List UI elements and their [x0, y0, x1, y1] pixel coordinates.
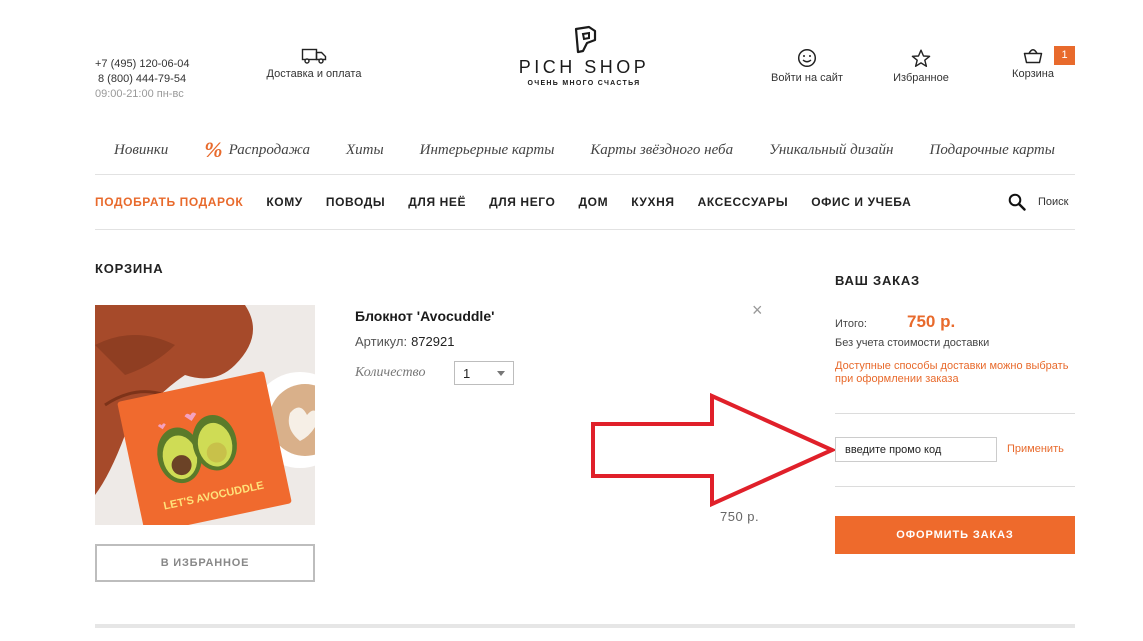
search-link[interactable]: Поиск	[1008, 193, 1068, 211]
menu-item-unique-design[interactable]: Уникальный дизайн	[769, 142, 893, 159]
remove-item-close-icon[interactable]: ×	[752, 301, 763, 319]
logo-name: PICH SHOP	[518, 57, 650, 77]
menu-item-accessories[interactable]: АКСЕССУАРЫ	[698, 195, 789, 209]
menu-item-gift-cards[interactable]: Подарочные карты	[929, 142, 1054, 159]
quantity-select[interactable]: 1	[454, 361, 514, 385]
logo-mark-icon	[574, 25, 597, 54]
delivery-label: Доставка и оплата	[266, 68, 362, 80]
truck-icon	[301, 48, 327, 64]
menu-item-whom[interactable]: КОМУ	[266, 195, 303, 209]
secondary-menu: ПОДОБРАТЬ ПОДАРОК КОМУ ПОВОДЫ ДЛЯ НЕЁ ДЛ…	[95, 194, 934, 210]
phone-1[interactable]: +7 (495) 120-06-04	[95, 57, 189, 72]
menu-item-for-him[interactable]: ДЛЯ НЕГО	[489, 195, 555, 209]
menu-item-home[interactable]: ДОМ	[579, 195, 609, 209]
footer-divider	[95, 624, 1075, 628]
divider	[835, 486, 1075, 487]
favorites-link[interactable]: Избранное	[888, 49, 954, 84]
notebook-image: LET'S AVOCUDDLE	[95, 305, 315, 525]
site-logo[interactable]: PICH SHOP ОЧЕНЬ МНОГО СЧАСТЬЯ	[503, 25, 665, 87]
menu-item-star-maps[interactable]: Карты звёздного неба	[590, 142, 733, 159]
product-name[interactable]: Блокнот 'Avocuddle'	[355, 308, 494, 324]
login-link[interactable]: Войти на сайт	[768, 48, 846, 84]
cart-count-badge: 1	[1054, 46, 1075, 65]
divider	[95, 174, 1075, 175]
primary-menu: Новинки % Распродажа Хиты Интерьерные ка…	[95, 137, 1075, 163]
shipping-methods-link[interactable]: Доступные способы доставки можно выбрать…	[835, 360, 1075, 386]
search-icon	[1008, 193, 1026, 211]
menu-item-new[interactable]: Новинки	[114, 142, 168, 159]
total-label: Итого:	[835, 318, 867, 330]
star-icon	[911, 49, 931, 67]
menu-item-occasions[interactable]: ПОВОДЫ	[326, 195, 385, 209]
working-hours: 09:00-21:00 пн-вс	[95, 88, 184, 100]
logo-tagline: ОЧЕНЬ МНОГО СЧАСТЬЯ	[527, 80, 641, 87]
chevron-down-icon	[497, 371, 505, 376]
order-title: ВАШ ЗАКАЗ	[835, 273, 921, 288]
product-sku: Артикул: 872921	[355, 334, 454, 349]
sku-value: 872921	[411, 334, 455, 349]
divider	[835, 413, 1075, 414]
menu-item-for-her[interactable]: ДЛЯ НЕЁ	[408, 195, 466, 209]
item-price: 750 р.	[720, 509, 760, 524]
search-label: Поиск	[1038, 196, 1069, 208]
product-image[interactable]: LET'S AVOCUDDLE	[95, 305, 315, 525]
add-to-favorites-button[interactable]: В ИЗБРАННОЕ	[95, 544, 315, 582]
divider	[95, 229, 1075, 230]
smiley-icon	[797, 48, 817, 68]
menu-item-gift-finder[interactable]: ПОДОБРАТЬ ПОДАРОК	[95, 195, 243, 209]
annotation-arrow-icon	[591, 392, 835, 508]
menu-item-sale-label: Распродажа	[228, 141, 311, 158]
login-label: Войти на сайт	[771, 72, 843, 84]
quantity-label: Количество	[355, 365, 426, 380]
menu-item-hits[interactable]: Хиты	[346, 142, 384, 159]
menu-item-kitchen[interactable]: КУХНЯ	[631, 195, 674, 209]
menu-item-interior-maps[interactable]: Интерьерные карты	[420, 142, 555, 159]
promo-code-input[interactable]	[835, 437, 997, 462]
favorites-label: Избранное	[893, 72, 949, 84]
cart-title: КОРЗИНА	[95, 261, 164, 276]
cart-link[interactable]: Корзина	[1008, 47, 1058, 80]
phone-2[interactable]: 8 (800) 444-79-54	[95, 72, 189, 87]
shipping-disclaimer: Без учета стоимости доставки	[835, 337, 990, 349]
percent-icon: %	[204, 137, 223, 162]
sku-label: Артикул:	[355, 334, 408, 349]
cart-label: Корзина	[1012, 68, 1054, 80]
total-value: 750 р.	[907, 312, 956, 331]
apply-promo-button[interactable]: Применить	[1007, 443, 1064, 455]
checkout-button[interactable]: ОФОРМИТЬ ЗАКАЗ	[835, 516, 1075, 554]
menu-item-office[interactable]: ОФИС И УЧЕБА	[811, 195, 911, 209]
basket-icon	[1023, 49, 1043, 64]
menu-item-sale[interactable]: % Распродажа	[204, 137, 310, 163]
delivery-link[interactable]: Доставка и оплата	[262, 47, 366, 80]
quantity-value: 1	[463, 366, 471, 381]
contacts-block: +7 (495) 120-06-04 8 (800) 444-79-54 09:…	[95, 57, 189, 102]
